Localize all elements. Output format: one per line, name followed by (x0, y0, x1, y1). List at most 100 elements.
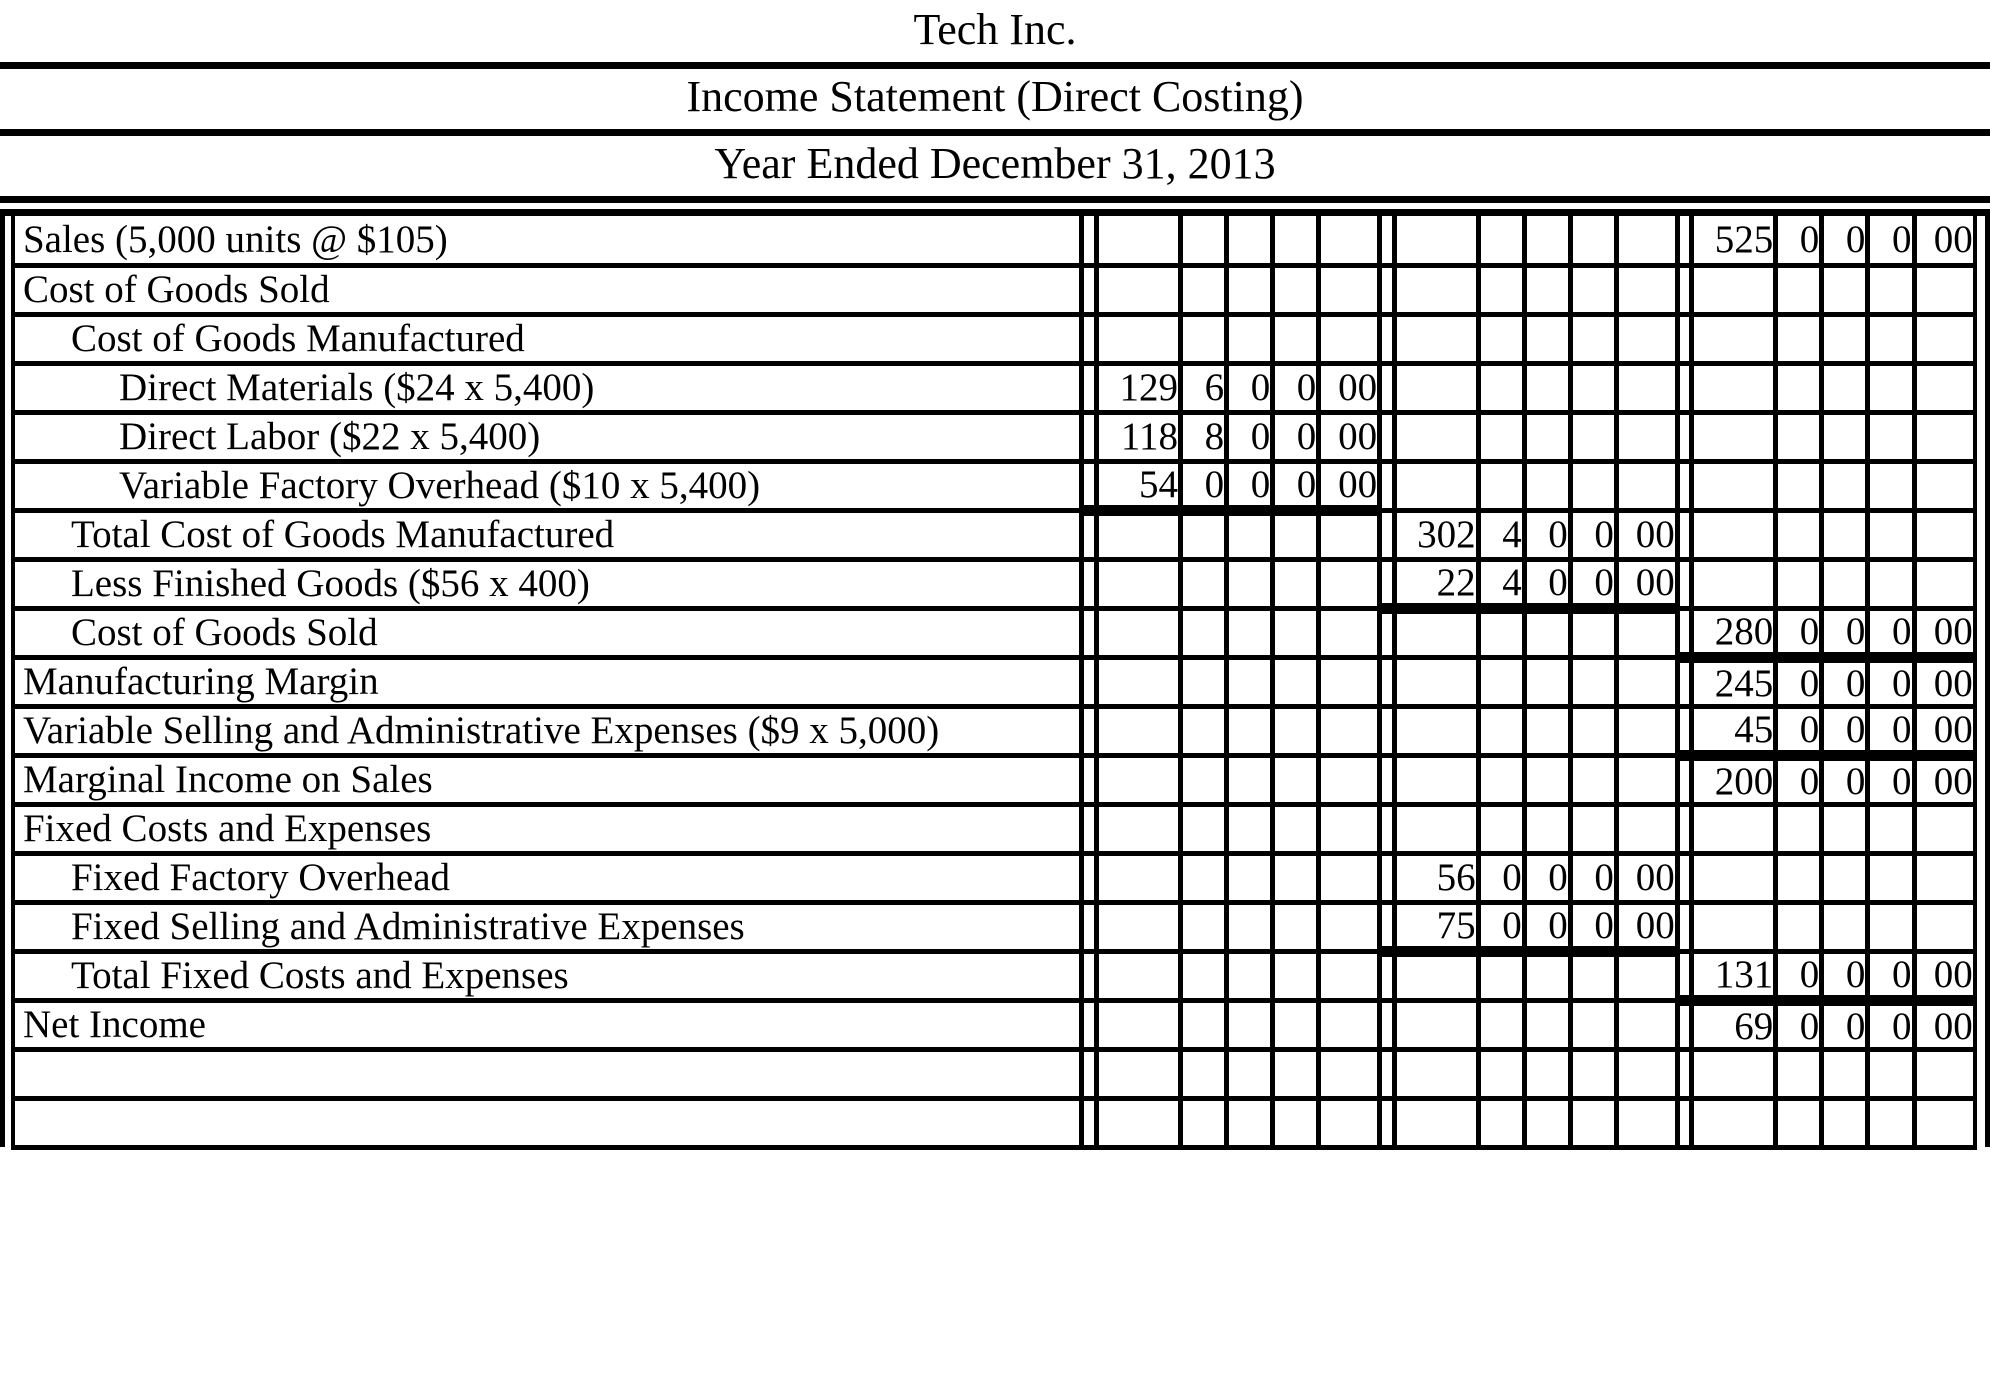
amount-cell[interactable] (1478, 314, 1527, 366)
amount-cell[interactable]: 0 (1775, 657, 1825, 709)
amount-cell[interactable] (1394, 657, 1481, 709)
amount-cell[interactable] (1775, 559, 1825, 611)
amount-cell[interactable] (1914, 804, 1975, 856)
amount-cell[interactable] (1616, 1098, 1678, 1150)
amount-cell[interactable] (1570, 461, 1619, 513)
amount-cell[interactable]: 0 (1775, 951, 1825, 1006)
amount-cell[interactable] (1096, 706, 1183, 758)
amount-cell[interactable] (1821, 1049, 1871, 1101)
amount-cell[interactable] (1318, 853, 1380, 905)
amount-cell[interactable] (1394, 314, 1481, 366)
amount-cell[interactable] (1318, 902, 1380, 954)
amount-cell[interactable] (1318, 657, 1380, 709)
amount-cell[interactable]: 00 (1318, 461, 1380, 516)
amount-cell[interactable] (1478, 951, 1527, 1003)
amount-cell[interactable]: 0 (1775, 216, 1825, 268)
amount-cell[interactable] (1096, 657, 1183, 709)
amount-cell[interactable]: 22 (1394, 559, 1481, 614)
amount-cell[interactable] (1180, 608, 1230, 660)
amount-cell[interactable] (1524, 314, 1573, 366)
amount-cell[interactable] (1775, 265, 1825, 317)
amount-cell[interactable] (1616, 461, 1678, 513)
amount-cell[interactable] (1226, 853, 1276, 905)
amount-cell[interactable] (1318, 510, 1380, 562)
amount-cell[interactable] (1272, 314, 1322, 366)
amount-cell[interactable] (1570, 1049, 1619, 1101)
amount-cell[interactable] (1821, 461, 1871, 513)
amount-cell[interactable] (1394, 216, 1481, 268)
amount-cell[interactable]: 00 (1914, 216, 1975, 268)
amount-cell[interactable] (1570, 755, 1619, 807)
amount-cell[interactable]: 0 (1867, 657, 1917, 709)
amount-cell[interactable]: 525 (1691, 216, 1779, 268)
amount-cell[interactable] (1691, 559, 1779, 611)
amount-cell[interactable] (1775, 1049, 1825, 1101)
amount-cell[interactable] (1867, 559, 1917, 611)
amount-cell[interactable] (1867, 510, 1917, 562)
amount-cell[interactable] (1821, 902, 1871, 954)
amount-cell[interactable]: 0 (1226, 412, 1276, 464)
amount-cell[interactable] (1524, 461, 1573, 513)
amount-cell[interactable] (1775, 902, 1825, 954)
amount-cell[interactable] (1318, 559, 1380, 611)
amount-cell[interactable] (1616, 706, 1678, 758)
amount-cell[interactable]: 0 (1867, 951, 1917, 1006)
amount-cell[interactable] (1394, 1000, 1481, 1052)
amount-cell[interactable] (1524, 265, 1573, 317)
amount-cell[interactable] (1318, 804, 1380, 856)
amount-cell[interactable] (1096, 804, 1183, 856)
amount-cell[interactable]: 00 (1914, 755, 1975, 807)
amount-cell[interactable] (1272, 510, 1322, 562)
amount-cell[interactable] (1180, 755, 1230, 807)
amount-cell[interactable] (1478, 755, 1527, 807)
amount-cell[interactable] (1821, 853, 1871, 905)
amount-cell[interactable] (1691, 510, 1779, 562)
amount-cell[interactable]: 118 (1096, 412, 1183, 464)
amount-cell[interactable] (1570, 1098, 1619, 1150)
amount-cell[interactable] (1226, 265, 1276, 317)
amount-cell[interactable]: 0 (1775, 608, 1825, 663)
amount-cell[interactable]: 00 (1616, 902, 1678, 957)
amount-cell[interactable] (1478, 608, 1527, 660)
amount-cell[interactable] (1226, 314, 1276, 366)
amount-cell[interactable]: 0 (1821, 706, 1871, 761)
amount-cell[interactable] (1570, 804, 1619, 856)
amount-cell[interactable] (1524, 1049, 1573, 1101)
amount-cell[interactable] (1524, 706, 1573, 758)
amount-cell[interactable] (1226, 559, 1276, 611)
amount-cell[interactable] (1914, 363, 1975, 415)
amount-cell[interactable] (1478, 657, 1527, 709)
amount-cell[interactable] (1616, 608, 1678, 660)
amount-cell[interactable] (1775, 363, 1825, 415)
amount-cell[interactable] (1272, 951, 1322, 1003)
amount-cell[interactable]: 200 (1691, 755, 1779, 807)
amount-cell[interactable] (1096, 608, 1183, 660)
amount-cell[interactable]: 131 (1691, 951, 1779, 1006)
amount-cell[interactable] (1318, 1000, 1380, 1052)
amount-cell[interactable] (1524, 755, 1573, 807)
amount-cell[interactable] (1478, 706, 1527, 758)
amount-cell[interactable]: 0 (1867, 706, 1917, 761)
amount-cell[interactable]: 00 (1616, 853, 1678, 905)
amount-cell[interactable] (1691, 1049, 1779, 1101)
amount-cell[interactable]: 0 (1775, 755, 1825, 807)
amount-cell[interactable] (1821, 559, 1871, 611)
amount-cell[interactable] (1478, 216, 1527, 268)
amount-cell[interactable]: 00 (1914, 657, 1975, 709)
amount-cell[interactable] (1914, 853, 1975, 905)
amount-cell[interactable] (1616, 1049, 1678, 1101)
amount-cell[interactable] (1318, 755, 1380, 807)
amount-cell[interactable] (1180, 216, 1230, 268)
amount-cell[interactable] (1394, 951, 1481, 1003)
amount-cell[interactable]: 0 (1272, 461, 1322, 516)
amount-cell[interactable] (1691, 461, 1779, 513)
amount-cell[interactable] (1272, 902, 1322, 954)
amount-cell[interactable] (1318, 216, 1380, 268)
amount-cell[interactable] (1821, 510, 1871, 562)
amount-cell[interactable] (1616, 216, 1678, 268)
amount-cell[interactable] (1096, 853, 1183, 905)
amount-cell[interactable] (1524, 1000, 1573, 1052)
amount-cell[interactable]: 0 (1821, 657, 1871, 709)
amount-cell[interactable]: 0 (1821, 951, 1871, 1006)
amount-cell[interactable] (1867, 1049, 1917, 1101)
